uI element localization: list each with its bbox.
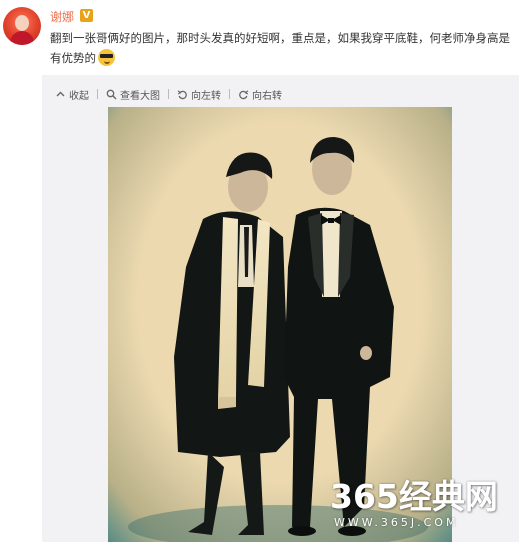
rotate-left-icon bbox=[177, 89, 187, 99]
collapse-up-icon bbox=[56, 91, 65, 96]
avatar-head bbox=[15, 15, 29, 31]
verified-badge-icon: V bbox=[80, 9, 93, 22]
watermark-url: WWW.365J.COM bbox=[334, 516, 459, 529]
collapse-label: 收起 bbox=[69, 90, 89, 102]
avatar[interactable] bbox=[3, 7, 41, 45]
view-large-button[interactable]: 查看大图 bbox=[106, 87, 160, 102]
toolbar-divider bbox=[168, 89, 169, 99]
toolbar-divider bbox=[229, 89, 230, 99]
post-text-content: 翻到一张哥俩好的图片，那时头发真的好短啊，重点是，如果我穿平底鞋，何老师净身高是… bbox=[50, 31, 510, 65]
rotate-right-button[interactable]: 向右转 bbox=[238, 87, 282, 102]
watermark-title: 365经典网 bbox=[330, 477, 498, 516]
magnifier-icon bbox=[106, 89, 117, 99]
username-link[interactable]: 谢娜 bbox=[50, 8, 74, 25]
cool-sunglasses-emoji-icon bbox=[98, 49, 115, 66]
rotate-left-label: 向左转 bbox=[191, 90, 221, 102]
collapse-button[interactable]: 收起 bbox=[55, 87, 89, 102]
rotate-right-label: 向右转 bbox=[252, 90, 282, 102]
rotate-right-icon bbox=[239, 89, 249, 99]
image-toolbar: 收起 查看大图 向左转 向右转 bbox=[55, 86, 296, 102]
toolbar-divider bbox=[97, 89, 98, 99]
site-watermark: 365经典网 WWW.365J.COM bbox=[330, 478, 519, 542]
avatar-body bbox=[10, 31, 34, 45]
rotate-left-button[interactable]: 向左转 bbox=[177, 87, 221, 102]
post-text: 翻到一张哥俩好的图片，那时头发真的好短啊，重点是，如果我穿平底鞋，何老师净身高是… bbox=[50, 28, 515, 68]
view-large-label: 查看大图 bbox=[120, 90, 160, 102]
